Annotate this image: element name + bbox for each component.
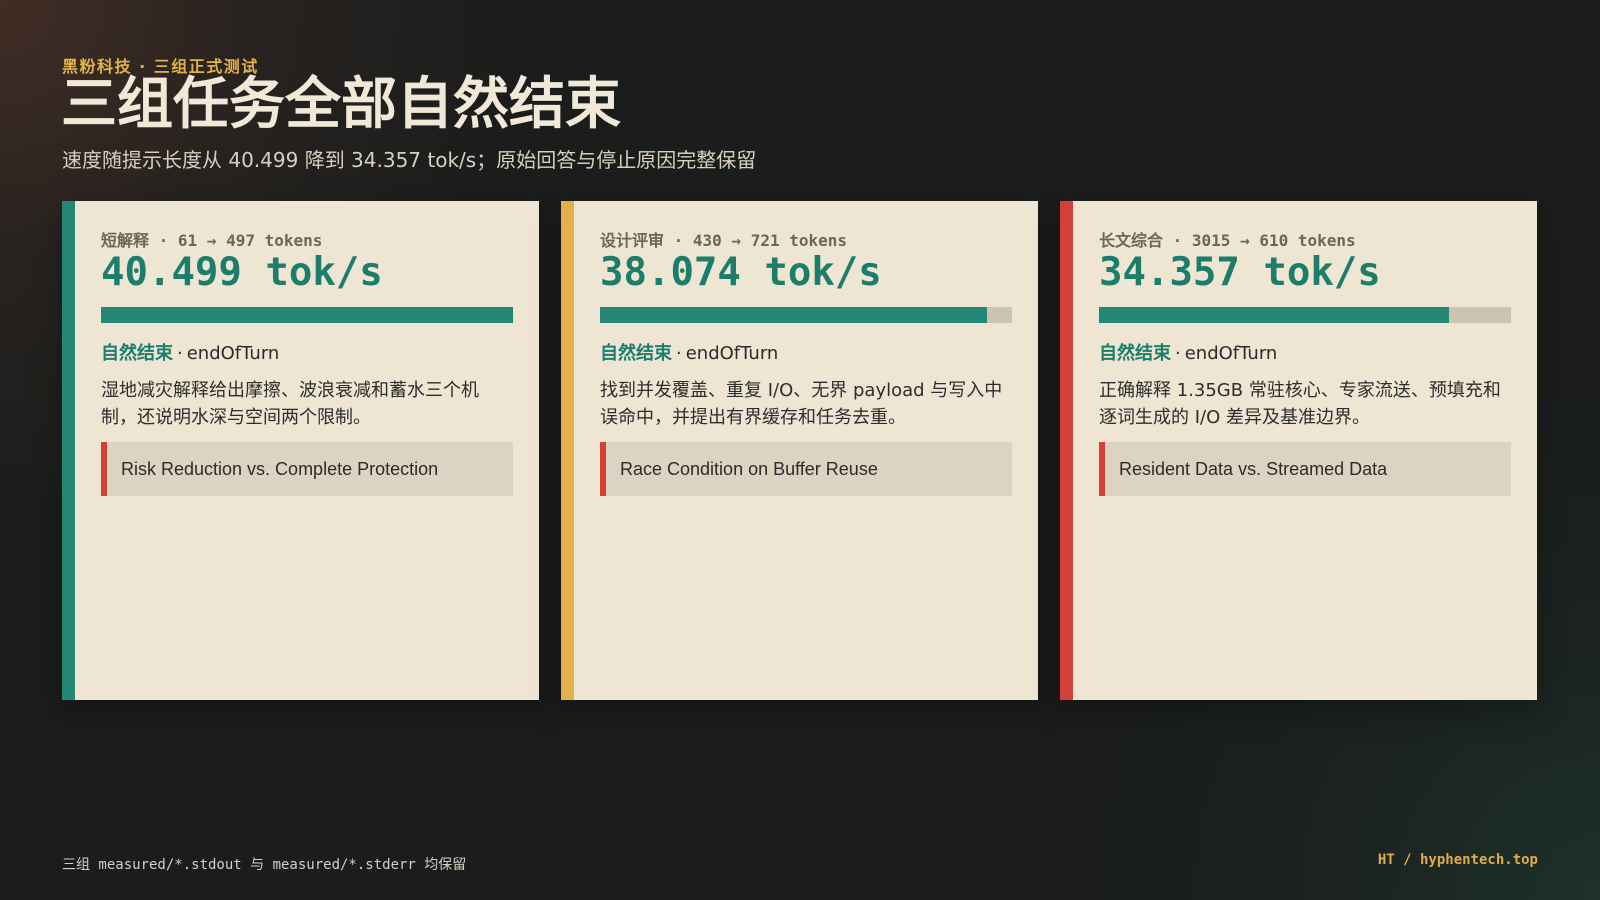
cards-row: 短解释 · 61 → 497 tokens 40.499 tok/s 自然结束 ·…: [62, 201, 1538, 700]
status-line: 自然结束 · endOfTurn: [101, 341, 279, 367]
status-separator: ·: [1175, 343, 1181, 364]
page-subtitle: 速度随提示长度从 40.499 降到 34.357 tok/s；原始回答与停止原…: [62, 148, 757, 172]
footer-note: 三组 measured/*.stdout 与 measured/*.stderr…: [62, 857, 467, 873]
card-accent-bar: [62, 201, 75, 700]
card-accent-bar: [561, 201, 574, 700]
task-card-design-review: 设计评审 · 430 → 721 tokens 38.074 tok/s 自然结…: [561, 201, 1038, 700]
task-card-short-explanation: 短解释 · 61 → 497 tokens 40.499 tok/s 自然结束 ·…: [62, 201, 539, 700]
speed-metric: 38.074 tok/s: [600, 250, 882, 295]
card-tag: Resident Data vs. Streamed Data: [1099, 442, 1511, 496]
speed-progress-fill: [1099, 307, 1450, 323]
status-label: 自然结束: [1099, 343, 1171, 364]
footer-brand: HT / hyphentech.top: [1377, 852, 1538, 868]
speed-metric: 40.499 tok/s: [101, 250, 383, 295]
status-value: endOfTurn: [1184, 343, 1278, 364]
status-value: endOfTurn: [685, 343, 779, 364]
speed-progress-fill: [101, 307, 513, 323]
card-tag: Risk Reduction vs. Complete Protection: [101, 442, 513, 496]
status-line: 自然结束 · endOfTurn: [600, 341, 778, 367]
status-separator: ·: [177, 343, 183, 364]
card-description: 找到并发覆盖、重复 I/O、无界 payload 与写入中误命中，并提出有界缓存…: [600, 380, 1003, 428]
status-value: endOfTurn: [186, 343, 280, 364]
card-description: 湿地减灾解释给出摩擦、波浪衰减和蓄水三个机制，还说明水深与空间两个限制。: [101, 380, 479, 428]
card-accent-bar: [1060, 201, 1073, 700]
card-meta: 短解释 · 61 → 497 tokens: [101, 231, 323, 250]
status-label: 自然结束: [600, 343, 672, 364]
card-meta: 设计评审 · 430 → 721 tokens: [600, 231, 848, 250]
speed-progress-track: [101, 307, 513, 323]
status-label: 自然结束: [101, 343, 173, 364]
status-line: 自然结束 · endOfTurn: [1099, 341, 1277, 367]
card-tag: Race Condition on Buffer Reuse: [600, 442, 1012, 496]
task-card-long-synthesis: 长文综合 · 3015 → 610 tokens 34.357 tok/s 自然…: [1060, 201, 1537, 700]
speed-progress-fill: [600, 307, 988, 323]
status-separator: ·: [676, 343, 682, 364]
page-title: 三组任务全部自然结束: [61, 72, 621, 137]
speed-progress-track: [1099, 307, 1511, 323]
speed-metric: 34.357 tok/s: [1099, 250, 1381, 295]
slide: 黑粉科技 · 三组正式测试 三组任务全部自然结束 速度随提示长度从 40.499…: [0, 0, 1600, 900]
card-description: 正确解释 1.35GB 常驻核心、专家流送、预填充和逐词生成的 I/O 差异及基…: [1099, 380, 1501, 428]
card-meta: 长文综合 · 3015 → 610 tokens: [1099, 231, 1356, 250]
speed-progress-track: [600, 307, 1012, 323]
